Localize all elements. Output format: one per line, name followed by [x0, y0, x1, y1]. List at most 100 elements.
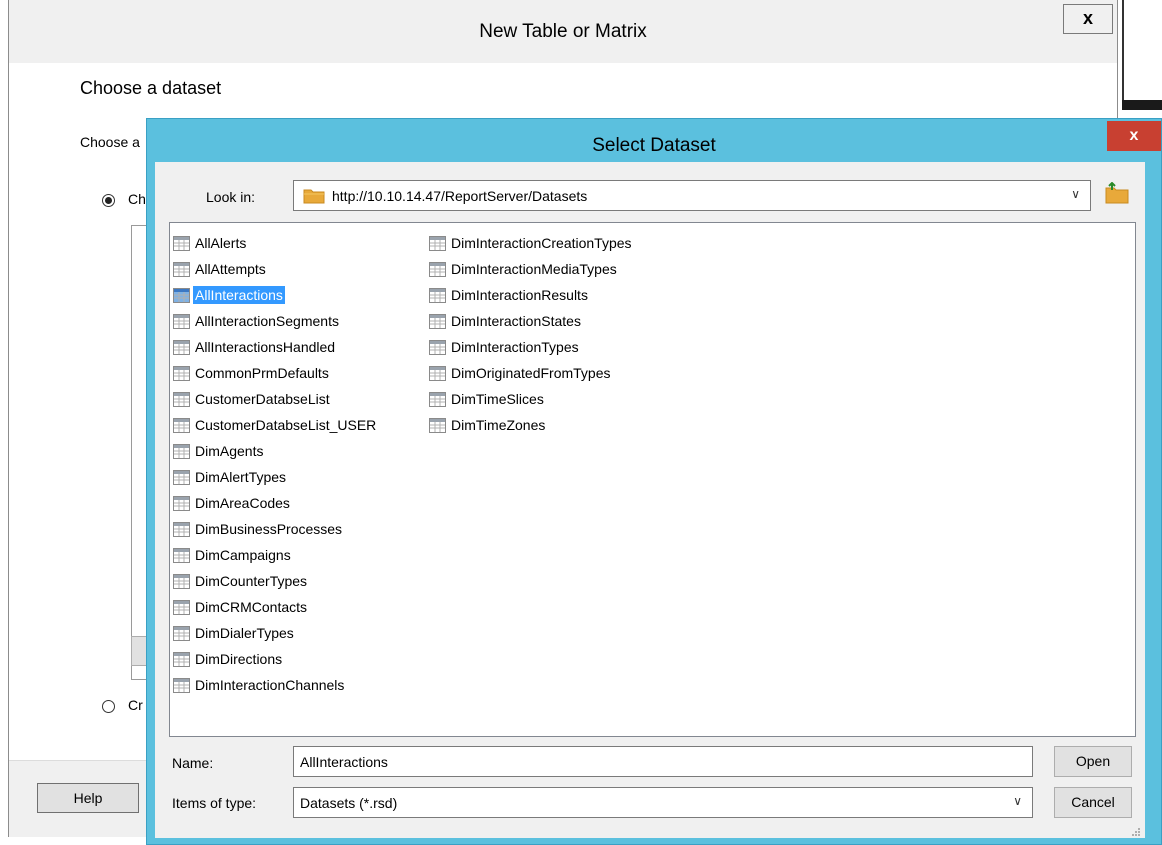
file-item[interactable]: CustomerDatabseList_USER [173, 412, 378, 438]
file-column-1: AllAlerts AllAttempts AllInteractions AllIn… [173, 230, 378, 698]
choose-existing-radio-label: Ch [128, 191, 146, 207]
file-item[interactable]: AllAlerts [173, 230, 378, 256]
wizard-heading: Choose a dataset [80, 78, 222, 98]
file-item[interactable]: DimCampaigns [173, 542, 378, 568]
help-button[interactable]: Help [37, 783, 139, 813]
file-item[interactable]: DimCounterTypes [173, 568, 378, 594]
file-item[interactable]: DimOriginatedFromTypes [429, 360, 634, 386]
dataset-file-icon [429, 417, 446, 433]
file-list[interactable]: AllAlerts AllAttempts AllInteractions AllIn… [169, 222, 1136, 737]
open-button[interactable]: Open [1054, 746, 1132, 777]
dialog-title: Select Dataset [592, 135, 716, 156]
dataset-file-icon [429, 313, 446, 329]
file-item-label: DimInteractionResults [451, 287, 588, 303]
dataset-file-icon [173, 417, 190, 433]
file-item-label: DimInteractionMediaTypes [451, 261, 617, 277]
dataset-file-icon [429, 339, 446, 355]
background-window-edge [1122, 0, 1162, 100]
file-item-label: DimAlertTypes [195, 469, 287, 485]
file-item-label: DimInteractionChannels [195, 677, 345, 693]
file-item-label: DimDirections [195, 651, 283, 667]
look-in-dropdown[interactable]: http://10.10.14.47/ReportServer/Datasets… [293, 180, 1091, 211]
dataset-file-icon [173, 235, 190, 251]
file-item[interactable]: DimInteractionMediaTypes [429, 256, 634, 282]
cancel-button[interactable]: Cancel [1054, 787, 1132, 818]
file-item-label: DimAreaCodes [195, 495, 290, 511]
dialog-close-button[interactable]: x [1107, 121, 1161, 151]
file-item-label: DimCRMContacts [195, 599, 308, 615]
file-item[interactable]: DimInteractionResults [429, 282, 634, 308]
look-in-label: Look in: [206, 189, 256, 205]
resize-grip-icon[interactable] [1131, 824, 1141, 836]
dataset-file-icon [173, 573, 190, 589]
dataset-file-icon [173, 625, 190, 641]
dataset-file-icon [173, 677, 190, 693]
file-item-label: AllInteractionSegments [195, 313, 339, 329]
dataset-file-icon [173, 261, 190, 277]
dataset-file-icon [173, 391, 190, 407]
items-of-type-value: Datasets (*.rsd) [300, 795, 398, 811]
file-item[interactable]: DimAreaCodes [173, 490, 378, 516]
file-item[interactable]: AllInteractionsHandled [173, 334, 378, 360]
file-item[interactable]: DimAgents [173, 438, 378, 464]
file-item-label: CustomerDatabseList [195, 391, 330, 407]
file-item-label: AllAttempts [195, 261, 266, 277]
name-input[interactable] [293, 746, 1033, 777]
dialog-body: Look in: http://10.10.14.47/ReportServer… [155, 162, 1145, 838]
name-label: Name: [172, 755, 214, 771]
file-item[interactable]: AllInteractions [173, 282, 378, 308]
window-close-button[interactable]: x [1063, 4, 1113, 34]
create-dataset-radio[interactable] [102, 700, 115, 713]
file-item-label: AllAlerts [195, 235, 247, 251]
file-item[interactable]: DimInteractionStates [429, 308, 634, 334]
file-item[interactable]: AllInteractionSegments [173, 308, 378, 334]
file-item-label: DimAgents [195, 443, 264, 459]
dataset-file-icon [173, 599, 190, 615]
file-item[interactable]: DimInteractionChannels [173, 672, 378, 698]
chevron-down-icon: ∨ [1013, 794, 1022, 808]
wizard-subheading: Choose a [80, 134, 140, 150]
file-item-label: CustomerDatabseList_USER [195, 417, 377, 433]
window-title: New Table or Matrix [479, 21, 647, 42]
dataset-file-icon [173, 365, 190, 381]
file-item[interactable]: DimInteractionCreationTypes [429, 230, 634, 256]
dataset-file-icon [173, 443, 190, 459]
dataset-file-icon [173, 339, 190, 355]
dataset-file-icon [429, 287, 446, 303]
file-item[interactable]: DimDirections [173, 646, 378, 672]
file-item[interactable]: CommonPrmDefaults [173, 360, 378, 386]
file-item[interactable]: DimDialerTypes [173, 620, 378, 646]
file-item[interactable]: DimTimeSlices [429, 386, 634, 412]
dataset-file-icon [173, 469, 190, 485]
file-item[interactable]: DimTimeZones [429, 412, 634, 438]
file-column-2: DimInteractionCreationTypes DimInteractio… [429, 230, 634, 438]
background-window-edge-bar [1122, 100, 1162, 110]
file-item[interactable]: CustomerDatabseList [173, 386, 378, 412]
dataset-file-icon [173, 287, 190, 303]
choose-existing-radio[interactable] [102, 194, 115, 207]
file-item-label: DimCounterTypes [195, 573, 308, 589]
file-item[interactable]: DimAlertTypes [173, 464, 378, 490]
file-item-label: DimTimeSlices [451, 391, 544, 407]
file-item-label: DimInteractionTypes [451, 339, 579, 355]
file-item-label: DimInteractionStates [451, 313, 581, 329]
items-of-type-dropdown[interactable]: Datasets (*.rsd) ∨ [293, 787, 1033, 818]
dataset-file-icon [173, 521, 190, 537]
chevron-down-icon: ∨ [1071, 187, 1080, 201]
dataset-file-icon [173, 651, 190, 667]
create-dataset-radio-label: Cr [128, 697, 143, 713]
file-item[interactable]: AllAttempts [173, 256, 378, 282]
file-item-label: DimOriginatedFromTypes [451, 365, 611, 381]
select-dataset-dialog: Select Dataset x Look in: http://10.10.1… [146, 118, 1162, 845]
file-item-label: DimDialerTypes [195, 625, 294, 641]
file-item[interactable]: DimCRMContacts [173, 594, 378, 620]
file-item[interactable]: DimBusinessProcesses [173, 516, 378, 542]
file-item-label: DimBusinessProcesses [195, 521, 343, 537]
file-item[interactable]: DimInteractionTypes [429, 334, 634, 360]
items-of-type-label: Items of type: [172, 795, 257, 811]
dataset-file-icon [429, 391, 446, 407]
file-item-label: CommonPrmDefaults [195, 365, 329, 381]
up-one-level-icon[interactable] [1104, 181, 1130, 209]
dataset-file-icon [429, 261, 446, 277]
file-item-label: DimCampaigns [195, 547, 291, 563]
